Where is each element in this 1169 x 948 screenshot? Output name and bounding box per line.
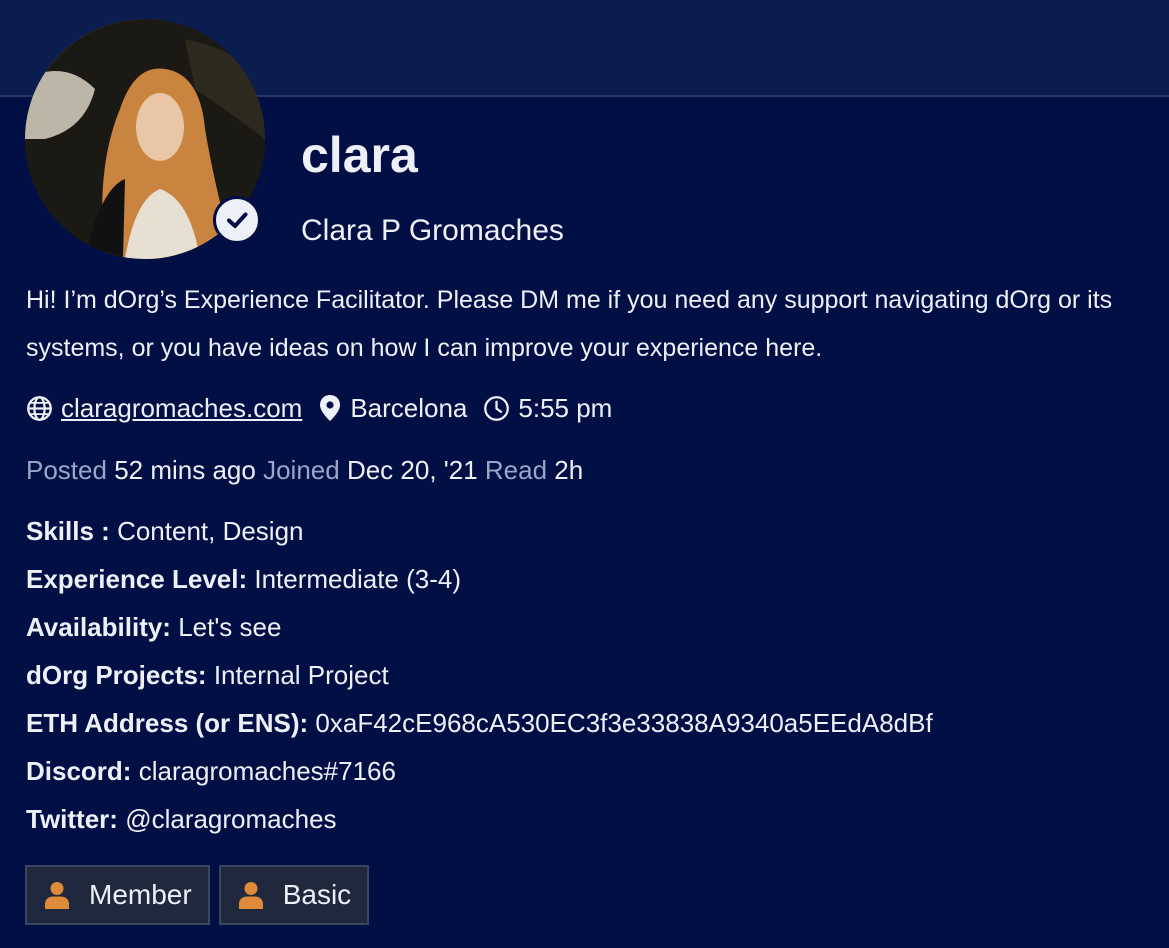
- field-dorg-projects: dOrg Projects: Internal Project: [26, 656, 933, 704]
- globe-icon: [27, 395, 52, 421]
- field-twitter: Twitter: @claragromaches: [26, 800, 933, 848]
- user-fields: Skills : Content, Design Experience Leve…: [26, 512, 933, 848]
- joined-value: Dec 20, '21: [346, 455, 478, 485]
- verified-badge-icon: [213, 196, 261, 244]
- website-link[interactable]: claragromaches.com: [61, 393, 302, 424]
- field-value: Intermediate (3-4): [254, 564, 462, 594]
- local-time-text: 5:55 pm: [518, 392, 613, 423]
- profile-meta-row: claragromaches.com Barcelona 5:55 pm: [26, 390, 628, 426]
- field-label: Skills :: [26, 516, 110, 546]
- user-icon: [45, 882, 69, 909]
- field-value: Content, Design: [117, 516, 304, 546]
- website-item: claragromaches.com: [26, 393, 302, 424]
- field-value: claragromaches#7166: [138, 756, 396, 786]
- field-experience-level: Experience Level: Intermediate (3-4): [26, 560, 933, 608]
- user-icon: [238, 882, 263, 909]
- badge-basic[interactable]: Basic: [218, 865, 370, 925]
- field-label: Twitter:: [26, 804, 118, 834]
- group-badges: Member Basic: [25, 865, 378, 925]
- read-label: Read: [484, 455, 548, 485]
- field-skills: Skills : Content, Design: [26, 512, 933, 560]
- clock-icon: [484, 395, 510, 421]
- posted-label: Posted: [26, 455, 107, 485]
- joined-label: Joined: [263, 455, 340, 485]
- read-value: 2h: [554, 455, 584, 485]
- badge-label: Basic: [282, 879, 352, 910]
- field-value: 0xaF42cE968cA530EC3f3e33838A9340a5EEdA8d…: [315, 708, 933, 738]
- full-name: Clara P Gromaches: [301, 214, 564, 247]
- map-pin-icon: [320, 395, 341, 421]
- field-label: ETH Address (or ENS):: [26, 708, 309, 738]
- posted-value[interactable]: 52 mins ago: [114, 455, 256, 485]
- field-label: Experience Level:: [26, 564, 248, 594]
- username: clara: [301, 127, 418, 183]
- location-text: Barcelona: [350, 392, 468, 423]
- local-time-item: 5:55 pm: [483, 393, 612, 424]
- field-label: Availability:: [26, 612, 171, 642]
- user-profile-card: clara Clara P Gromaches Hi! I’m dOrg’s E…: [0, 0, 1169, 948]
- profile-stats: Posted 52 mins ago Joined Dec 20, '21 Re…: [26, 452, 583, 488]
- badge-label: Member: [89, 879, 192, 910]
- field-availability: Availability: Let's see: [26, 608, 933, 656]
- field-value: Internal Project: [213, 660, 389, 690]
- location-item: Barcelona: [318, 393, 467, 424]
- badge-member[interactable]: Member: [25, 865, 210, 925]
- bio: Hi! I’m dOrg’s Experience Facilitator. P…: [26, 286, 1113, 362]
- field-label: Discord:: [26, 756, 132, 786]
- field-discord: Discord: claragromaches#7166: [26, 752, 933, 800]
- field-value: Let's see: [178, 612, 282, 642]
- field-eth-address: ETH Address (or ENS): 0xaF42cE968cA530EC…: [26, 704, 933, 752]
- field-label: dOrg Projects:: [26, 660, 207, 690]
- field-value: @claragromaches: [125, 804, 337, 834]
